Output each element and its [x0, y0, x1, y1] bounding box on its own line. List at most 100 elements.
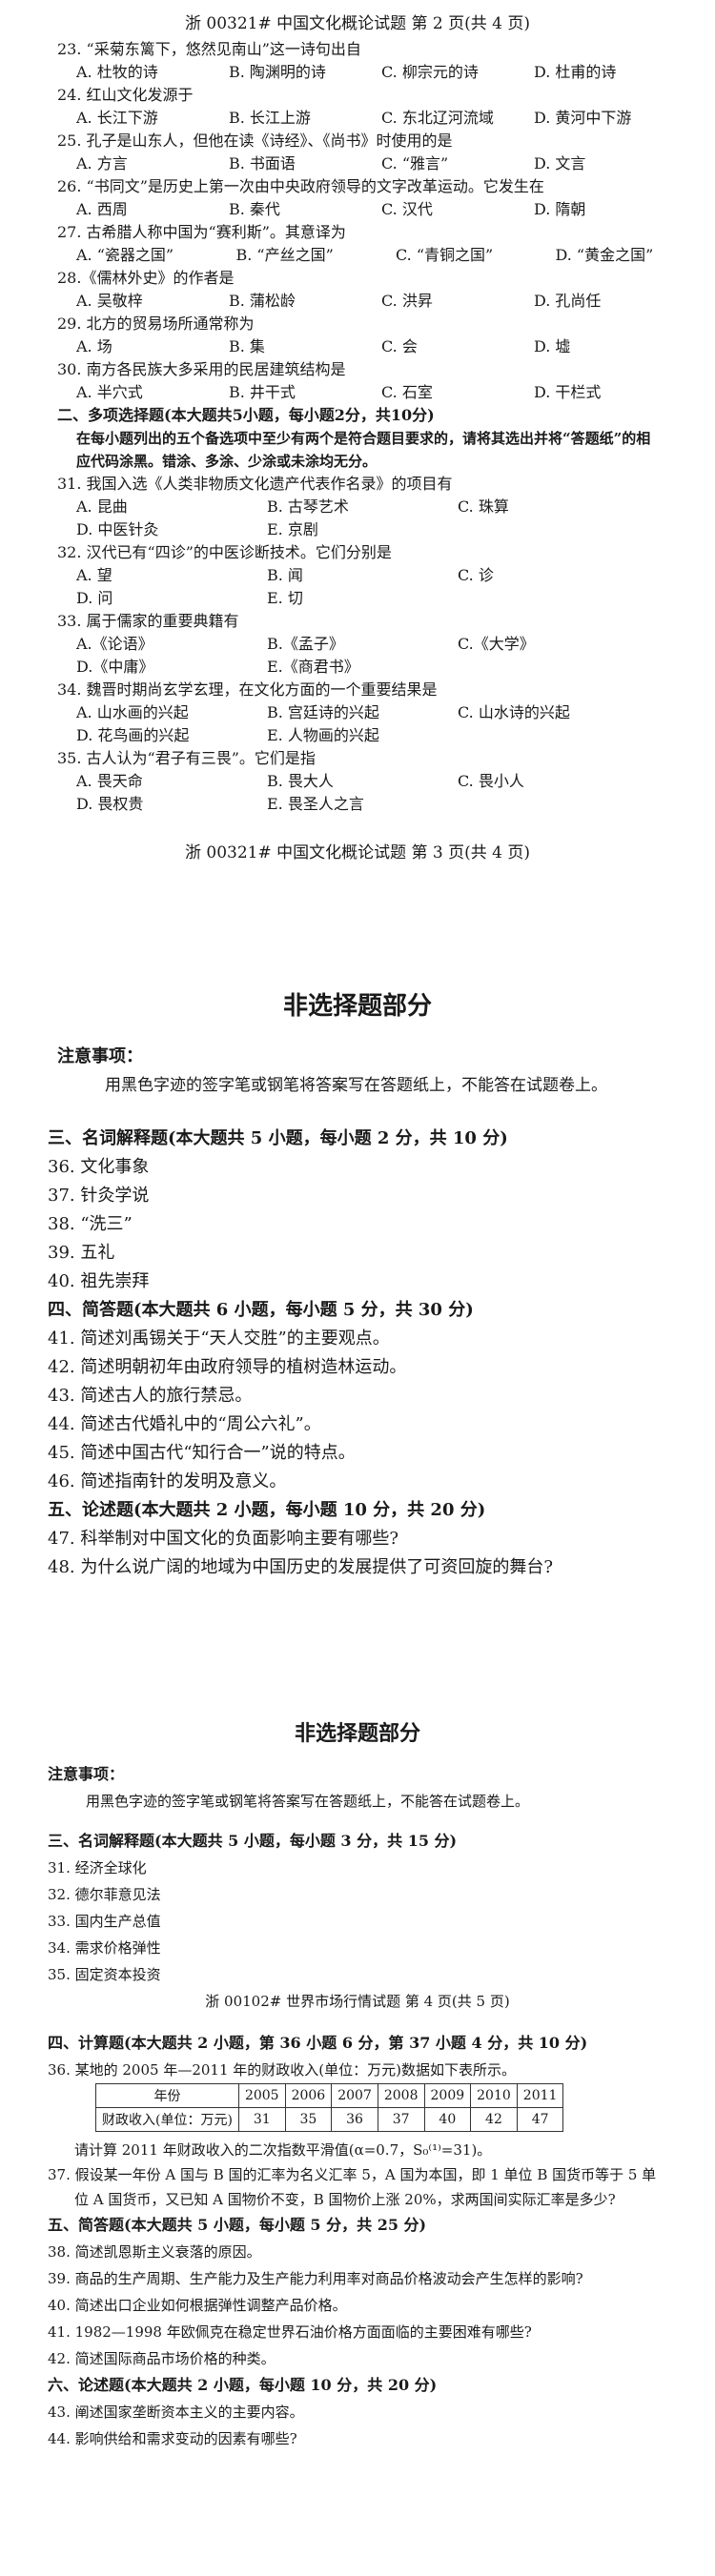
option-row: A. 场 B. 集 C. 会 D. 墟: [0, 335, 715, 358]
list-item: 36. 文化事象: [48, 1157, 150, 1177]
option: C. 汉代: [381, 200, 433, 218]
option: B. 闻: [267, 566, 303, 584]
option: C. 柳宗元的诗: [381, 63, 479, 81]
multi-choice-list: 31. 我国入选《人类非物质文化遗产代表作名录》的项目有 A. 昆曲 B. 古琴艺术…: [0, 473, 715, 816]
list-item: 41. 1982—1998 年欧佩克在稳定世界石油价格方面面临的主要困难有哪些?: [48, 2323, 532, 2341]
list-item: 33. 国内生产总值: [48, 1913, 161, 1930]
page-header: 浙 00321# 中国文化概论试题 第 2 页(共 4 页): [184, 14, 531, 33]
list-item: 35. 固定资本投资: [48, 1966, 161, 1983]
option: D. 墟: [534, 337, 571, 355]
option: C. 东北辽河流域: [381, 109, 494, 127]
table-cell: 2011: [516, 2083, 564, 2108]
list-item: 46. 简述指南针的发明及意义。: [48, 1471, 287, 1491]
question-stem: 27. 古希腊人称中国为“赛利斯”。其意译为: [57, 223, 346, 241]
option-row: A. “瓷器之国” B. “产丝之国” C. “青铜之国” D. “黄金之国”: [0, 244, 715, 267]
list-item: 37. 针灸学说: [48, 1186, 150, 1206]
option: C. 洪昇: [381, 292, 433, 310]
table-cell: 2010: [470, 2083, 518, 2108]
option: B. 畏大人: [267, 772, 334, 790]
question-stem: 26. “书同文”是历史上第一次由中央政府领导的文字改革运动。它发生在: [57, 177, 544, 195]
option-row: A.《论语》 B.《孟子》 C.《大学》: [0, 633, 715, 656]
list-item: 41. 简述刘禹锡关于“天人交胜”的主要观点。: [48, 1329, 390, 1349]
option: B. 陶渊明的诗: [229, 63, 326, 81]
option: C. “雅言”: [381, 154, 449, 172]
table-cell: 42: [470, 2107, 518, 2132]
option-row: D.《中庸》 E.《商君书》: [0, 656, 715, 679]
option-row: A. 望 B. 闻 C. 诊: [0, 564, 715, 587]
question-36-ask: 请计算 2011 年财政收入的二次指数平滑值(α=0.7，S₀⁽¹⁾=31)。: [74, 2141, 492, 2159]
list-item: 43. 简述古人的旅行禁忌。: [48, 1386, 253, 1406]
table-cell: 2007: [331, 2083, 378, 2108]
option: B. “产丝之国”: [235, 246, 334, 264]
option: D. 畏权贵: [76, 795, 144, 813]
option-row: D. 畏权贵 E. 畏圣人之言: [0, 793, 715, 816]
list-item: 44. 影响供给和需求变动的因素有哪些?: [48, 2430, 297, 2447]
option-row: A. 杜牧的诗 B. 陶渊明的诗 C. 柳宗元的诗 D. 杜甫的诗: [0, 61, 715, 84]
option: D. 黄河中下游: [534, 109, 632, 127]
option: A. 山水画的兴起: [76, 703, 189, 721]
option: A. 半穴式: [76, 383, 143, 401]
section-2-title: 二、多项选择题(本大题共5小题，每小题2分，共10分): [57, 406, 435, 424]
option: D.《中庸》: [76, 658, 154, 676]
list-item: 45. 简述中国古代“知行合一”说的特点。: [48, 1443, 356, 1463]
option: E. 京剧: [267, 520, 318, 538]
revenue-table: 年份 2005 2006 2007 2008 2009 2010 2011 财政收入(单位：万…: [95, 2083, 564, 2132]
option: A. 西周: [76, 200, 128, 218]
table-cell: 40: [423, 2107, 472, 2132]
option: C.《大学》: [458, 635, 535, 653]
question-stem: 34. 魏晋时期尚玄学玄理，在文化方面的一个重要结果是: [57, 680, 438, 699]
option: B. 秦代: [229, 200, 280, 218]
section-title: 非选择题部分: [282, 992, 432, 1021]
option: D. 孔尚任: [534, 292, 602, 310]
list-item: 38. “洗三”: [48, 1214, 133, 1234]
option: C. 山水诗的兴起: [458, 703, 570, 721]
option: E. 人物画的兴起: [267, 726, 379, 744]
table-cell: 47: [516, 2107, 564, 2132]
option: C. “青铜之国”: [396, 246, 494, 264]
question-stem: 32. 汉代已有“四诊”的中医诊断技术。它们分别是: [57, 543, 392, 561]
option-row: D. 中医针灸 E. 京剧: [0, 518, 715, 541]
option: C. 会: [381, 337, 418, 355]
option: E. 畏圣人之言: [267, 795, 364, 813]
notice-label: 注意事项：: [48, 1765, 125, 1783]
option-row: A. 方言 B. 书面语 C. “雅言” D. 文言: [0, 152, 715, 175]
table-cell: 35: [284, 2107, 333, 2132]
section-6-title: 六、论述题(本大题共 2 小题，每小题 10 分，共 20 分): [48, 2376, 438, 2394]
section-4-title: 四、简答题(本大题共 6 小题，每小题 5 分，共 30 分): [48, 1300, 474, 1320]
notice-text: 用黑色字迹的签字笔或钢笔将答案写在答题纸上，不能答在试题卷上。: [86, 1793, 530, 1810]
page-footer: 浙 00321# 中国文化概论试题 第 3 页(共 4 页): [184, 843, 531, 862]
option: D. “黄金之国”: [555, 246, 654, 264]
option: B. 宫廷诗的兴起: [267, 703, 379, 721]
option-row: A. 吴敬梓 B. 蒲松龄 C. 洪昇 D. 孔尚任: [0, 290, 715, 313]
essay-list: 47. 科举制对中国文化的负面影响主要有哪些? 48. 为什么说广阔的地域为中国历…: [0, 1525, 715, 1582]
notice-text: 用黑色字迹的签字笔或钢笔将答案写在答题纸上，不能答在试题卷上。: [105, 1076, 607, 1095]
table-row-revenue: 财政收入(单位：万元) 31 35 36 37 40 42 47: [95, 2107, 564, 2132]
table-cell: 2009: [423, 2083, 472, 2108]
list-item: 43. 阐述国家垄断资本主义的主要内容。: [48, 2404, 304, 2421]
term-list: 36. 文化事象 37. 针灸学说 38. “洗三” 39. 五礼 40. 祖先崇拜: [0, 1153, 715, 1296]
option: A.《论语》: [76, 635, 153, 653]
option-row: D. 花鸟画的兴起 E. 人物画的兴起: [0, 724, 715, 747]
table-cell: 37: [377, 2107, 425, 2132]
option: D. 问: [76, 589, 113, 607]
table-cell: 年份: [95, 2083, 239, 2108]
option-row: A. 昆曲 B. 古琴艺术 C. 珠算: [0, 496, 715, 518]
option: E. 切: [267, 589, 303, 607]
option: B. 古琴艺术: [267, 497, 349, 516]
exam-page-2: 浙 00321# 中国文化概论试题 第 2 页(共 4 页) 23. “采菊东篱…: [0, 0, 715, 982]
option: A. 昆曲: [76, 497, 128, 516]
section-5-title: 五、简答题(本大题共 5 小题，每小题 5 分，共 25 分): [48, 2216, 427, 2234]
term-list: 31. 经济全球化 32. 德尔菲意见法 33. 国内生产总值 34. 需求价格弹性 3…: [0, 1855, 715, 1988]
option: B. 蒲松龄: [229, 292, 296, 310]
option: A. 杜牧的诗: [76, 63, 158, 81]
list-item: 47. 科举制对中国文化的负面影响主要有哪些?: [48, 1529, 398, 1549]
list-item: 40. 祖先崇拜: [48, 1271, 150, 1291]
question-stem: 25. 孔子是山东人，但他在读《诗经》、《尚书》时使用的是: [57, 132, 453, 150]
notice-label: 注意事项：: [57, 1046, 143, 1066]
option: D. 花鸟画的兴起: [76, 726, 190, 744]
option: B. 井干式: [229, 383, 296, 401]
question-stem: 24. 红山文化发源于: [57, 86, 194, 104]
table-row-year: 年份 2005 2006 2007 2008 2009 2010 2011: [95, 2083, 564, 2108]
option: C. 畏小人: [458, 772, 524, 790]
table-cell: 36: [331, 2107, 378, 2132]
